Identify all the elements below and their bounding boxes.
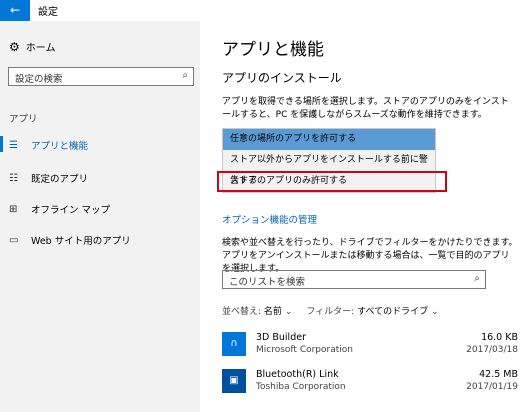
sidebar-item-label: Web サイト用のアプリ bbox=[31, 236, 131, 247]
sidebar-item-label: 既定のアプリ bbox=[31, 174, 89, 185]
dropdown-option-warn[interactable]: ストア以外からアプリをインストールする前に警告する bbox=[223, 150, 435, 186]
search-placeholder: 設定の検索 bbox=[15, 74, 63, 85]
main-panel: アプリと機能 アプリのインストール アプリを取得できる場所を選択します。ストアの… bbox=[200, 21, 521, 412]
search-icon[interactable]: ⌕ bbox=[182, 70, 188, 81]
map-icon: ⊞ bbox=[9, 203, 18, 215]
optional-features-link[interactable]: オプション機能の管理 bbox=[222, 212, 317, 226]
window-title: 設定 bbox=[38, 7, 58, 18]
app-name: Bluetooth(R) Link bbox=[256, 369, 339, 380]
settings-search-input[interactable]: 設定の検索 ⌕ bbox=[8, 67, 194, 86]
sort-value: 名前 bbox=[263, 307, 282, 317]
app-publisher: Toshiba Corporation bbox=[256, 382, 346, 392]
chevron-down-icon: ⌄ bbox=[430, 307, 439, 317]
sidebar-item-label: オフライン マップ bbox=[31, 205, 111, 216]
sidebar-item-offline-maps[interactable]: ⊞ オフライン マップ bbox=[9, 202, 111, 217]
search-icon[interactable]: ⌕ bbox=[474, 273, 480, 284]
install-heading: アプリのインストール bbox=[222, 71, 342, 85]
app-publisher: Microsoft Corporation bbox=[256, 345, 353, 355]
list-icon: ☰ bbox=[9, 139, 18, 151]
back-button[interactable]: ← bbox=[0, 0, 30, 21]
sidebar: ⚙ ホーム 設定の検索 ⌕ アプリ ☰ アプリと機能 ☷ 既定のアプリ ⊞ オフ… bbox=[0, 21, 200, 412]
app-date: 2017/01/19 bbox=[466, 382, 518, 392]
install-description: アプリを取得できる場所を選択します。ストアのアプリのみをインストールすると、PC… bbox=[222, 97, 509, 120]
arrow-left-icon: ← bbox=[9, 3, 21, 17]
3d-builder-icon: ∩ bbox=[222, 332, 246, 356]
sidebar-item-apps-features[interactable]: ☰ アプリと機能 bbox=[9, 138, 89, 153]
app-size: 42.5 MB bbox=[479, 369, 518, 380]
selection-indicator bbox=[0, 136, 3, 152]
gear-icon: ⚙ bbox=[9, 39, 20, 54]
dropdown-option-anywhere[interactable]: 任意の場所のアプリを許可する bbox=[223, 129, 435, 150]
chevron-down-icon: ⌄ bbox=[284, 307, 293, 317]
sidebar-item-label: アプリと機能 bbox=[31, 141, 89, 152]
sidebar-item-default-apps[interactable]: ☷ 既定のアプリ bbox=[9, 171, 89, 186]
app-date: 2017/03/18 bbox=[466, 345, 518, 355]
sidebar-item-website-apps[interactable]: ▭ Web サイト用のアプリ bbox=[9, 233, 131, 248]
default-apps-icon: ☷ bbox=[9, 172, 18, 184]
list-filters: 並べ替え: 名前 ⌄ フィルター: すべてのドライブ ⌄ bbox=[222, 304, 439, 317]
section-label: アプリ bbox=[9, 114, 38, 125]
home-label: ホーム bbox=[25, 43, 56, 54]
app-size: 16.0 KB bbox=[481, 332, 518, 343]
filter-dropdown[interactable]: フィルター: すべてのドライブ ⌄ bbox=[306, 304, 438, 317]
filter-label: フィルター: bbox=[306, 307, 355, 317]
sort-dropdown[interactable]: 並べ替え: 名前 ⌄ bbox=[222, 304, 292, 317]
list-search-placeholder: このリストを検索 bbox=[229, 277, 306, 288]
website-apps-icon: ▭ bbox=[9, 234, 19, 246]
page-title: アプリと機能 bbox=[222, 40, 324, 60]
app-name: 3D Builder bbox=[256, 332, 306, 343]
dropdown-option-store-only[interactable]: ストアのアプリのみ許可する bbox=[217, 171, 447, 192]
sort-label: 並べ替え: bbox=[222, 307, 262, 317]
title-bar: ← 設定 bbox=[0, 0, 521, 21]
install-source-dropdown[interactable]: 任意の場所のアプリを許可する ストア以外からアプリをインストールする前に警告する… bbox=[217, 128, 447, 193]
bluetooth-link-icon: ▣ bbox=[222, 369, 246, 393]
app-list-item[interactable]: ∩ 3D Builder Microsoft Corporation 16.0 … bbox=[222, 332, 518, 364]
filter-value: すべてのドライブ bbox=[357, 307, 429, 317]
home-link[interactable]: ⚙ ホーム bbox=[9, 39, 56, 55]
app-list-search-input[interactable]: このリストを検索 ⌕ bbox=[222, 270, 486, 289]
app-list-item[interactable]: ▣ Bluetooth(R) Link Toshiba Corporation … bbox=[222, 369, 518, 401]
